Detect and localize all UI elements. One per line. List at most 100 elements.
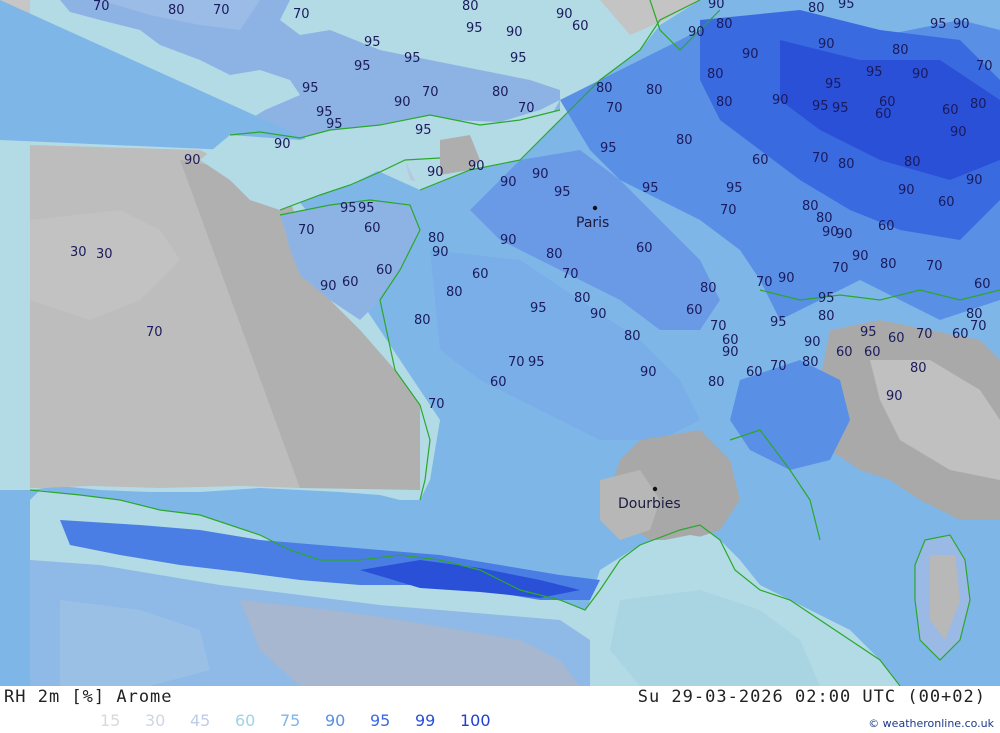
contour-label: 95 xyxy=(866,65,883,80)
legend-level-30: 30 xyxy=(145,711,166,730)
contour-label: 90 xyxy=(394,95,411,110)
contour-label: 60 xyxy=(938,195,955,210)
contour-label: 90 xyxy=(320,279,337,294)
contour-label: 90 xyxy=(688,25,705,40)
contour-label: 60 xyxy=(572,19,589,34)
contour-label: 95 xyxy=(364,35,381,50)
contour-label: 95 xyxy=(770,315,787,330)
contour-label: 80 xyxy=(716,17,733,32)
contour-label: 80 xyxy=(808,1,825,16)
contour-label: 30 xyxy=(70,245,87,260)
legend-level-95: 95 xyxy=(370,711,391,730)
contour-label: 80 xyxy=(707,67,724,82)
contour-label: 80 xyxy=(904,155,921,170)
contour-label: 90 xyxy=(966,173,983,188)
contour-label: 80 xyxy=(676,133,693,148)
contour-label: 70 xyxy=(428,397,445,412)
contour-label: 60 xyxy=(942,103,959,118)
contour-label: 90 xyxy=(184,153,201,168)
svg-text:Dourbies: Dourbies xyxy=(618,496,681,512)
contour-label: 95 xyxy=(326,117,343,132)
contour-label: 70 xyxy=(213,3,230,18)
contour-label: 95 xyxy=(530,301,547,316)
legend-level-75: 75 xyxy=(280,711,301,730)
contour-label: 95 xyxy=(404,51,421,66)
credit-link[interactable]: © weatheronline.co.uk xyxy=(868,717,994,730)
contour-label: 90 xyxy=(898,183,915,198)
contour-label: 60 xyxy=(490,375,507,390)
contour-label: 95 xyxy=(554,185,571,200)
contour-label: 80 xyxy=(708,375,725,390)
contour-label: 90 xyxy=(772,93,789,108)
contour-label: 80 xyxy=(966,307,983,322)
contour-label: 60 xyxy=(686,303,703,318)
map-title: RH 2m [%] Arome xyxy=(4,687,173,707)
contour-label: 90 xyxy=(432,245,449,260)
contour-label: 60 xyxy=(864,345,881,360)
contour-label: 80 xyxy=(546,247,563,262)
contour-label: 70 xyxy=(606,101,623,116)
contour-label: 90 xyxy=(556,7,573,22)
contour-label: 95 xyxy=(825,77,842,92)
contour-label: 90 xyxy=(640,365,657,380)
contour-label: 80 xyxy=(446,285,463,300)
contour-label: 70 xyxy=(926,259,943,274)
contour-label: 60 xyxy=(342,275,359,290)
contour-label: 80 xyxy=(168,3,185,18)
contour-label: 95 xyxy=(358,201,375,216)
contour-label: 80 xyxy=(462,0,479,14)
contour-label: 90 xyxy=(953,17,970,32)
contour-label: 70 xyxy=(518,101,535,116)
contour-label: 90 xyxy=(818,37,835,52)
contour-label: 95 xyxy=(860,325,877,340)
contour-label: 95 xyxy=(812,99,829,114)
contour-label: 80 xyxy=(910,361,927,376)
contour-label: 90 xyxy=(500,175,517,190)
contour-label: 90 xyxy=(506,25,523,40)
contour-label: 95 xyxy=(466,21,483,36)
contour-label: 70 xyxy=(720,203,737,218)
contour-label: 95 xyxy=(415,123,432,138)
weather-map: Paris Dourbies 70 80 70 70 80 90 90 80 95 95 90 95 9… xyxy=(0,0,1000,686)
contour-label: 80 xyxy=(818,309,835,324)
legend-level-15: 15 xyxy=(100,711,121,730)
contour-label: 90 xyxy=(912,67,929,82)
contour-label: 60 xyxy=(952,327,969,342)
contour-label: 70 xyxy=(298,223,315,238)
contour-label: 95 xyxy=(340,201,357,216)
contour-label: 70 xyxy=(832,261,849,276)
contour-label: 95 xyxy=(510,51,527,66)
legend-level-99: 99 xyxy=(415,711,436,730)
contour-label: 95 xyxy=(642,181,659,196)
contour-label: 95 xyxy=(600,141,617,156)
contour-label: 80 xyxy=(414,313,431,328)
legend-level-60: 60 xyxy=(235,711,256,730)
contour-label: 90 xyxy=(804,335,821,350)
contour-label: 90 xyxy=(590,307,607,322)
contour-label: 30 xyxy=(96,247,113,262)
contour-label: 70 xyxy=(770,359,787,374)
contour-label: 80 xyxy=(492,85,509,100)
contour-label: 70 xyxy=(812,151,829,166)
legend-level-45: 45 xyxy=(190,711,211,730)
contour-label: 60 xyxy=(364,221,381,236)
contour-label: 90 xyxy=(427,165,444,180)
legend-level-100: 100 xyxy=(460,711,491,730)
contour-label: 90 xyxy=(778,271,795,286)
contour-label: 70 xyxy=(508,355,525,370)
contour-label: 60 xyxy=(376,263,393,278)
contour-label: 70 xyxy=(146,325,163,340)
contour-label: 70 xyxy=(562,267,579,282)
contour-label: 80 xyxy=(970,97,987,112)
contour-label: 60 xyxy=(836,345,853,360)
contour-label: 60 xyxy=(888,331,905,346)
contour-label: 60 xyxy=(974,277,991,292)
contour-label: 90 xyxy=(836,227,853,242)
contour-label: 95 xyxy=(832,101,849,116)
contour-label: 80 xyxy=(700,281,717,296)
contour-label: 90 xyxy=(886,389,903,404)
contour-label: 90 xyxy=(500,233,517,248)
map-footer: RH 2m [%] Arome Su 29-03-2026 02:00 UTC … xyxy=(0,686,1000,733)
contour-label: 95 xyxy=(528,355,545,370)
color-legend: 15 30 45 60 75 90 95 99 100 xyxy=(100,711,505,730)
